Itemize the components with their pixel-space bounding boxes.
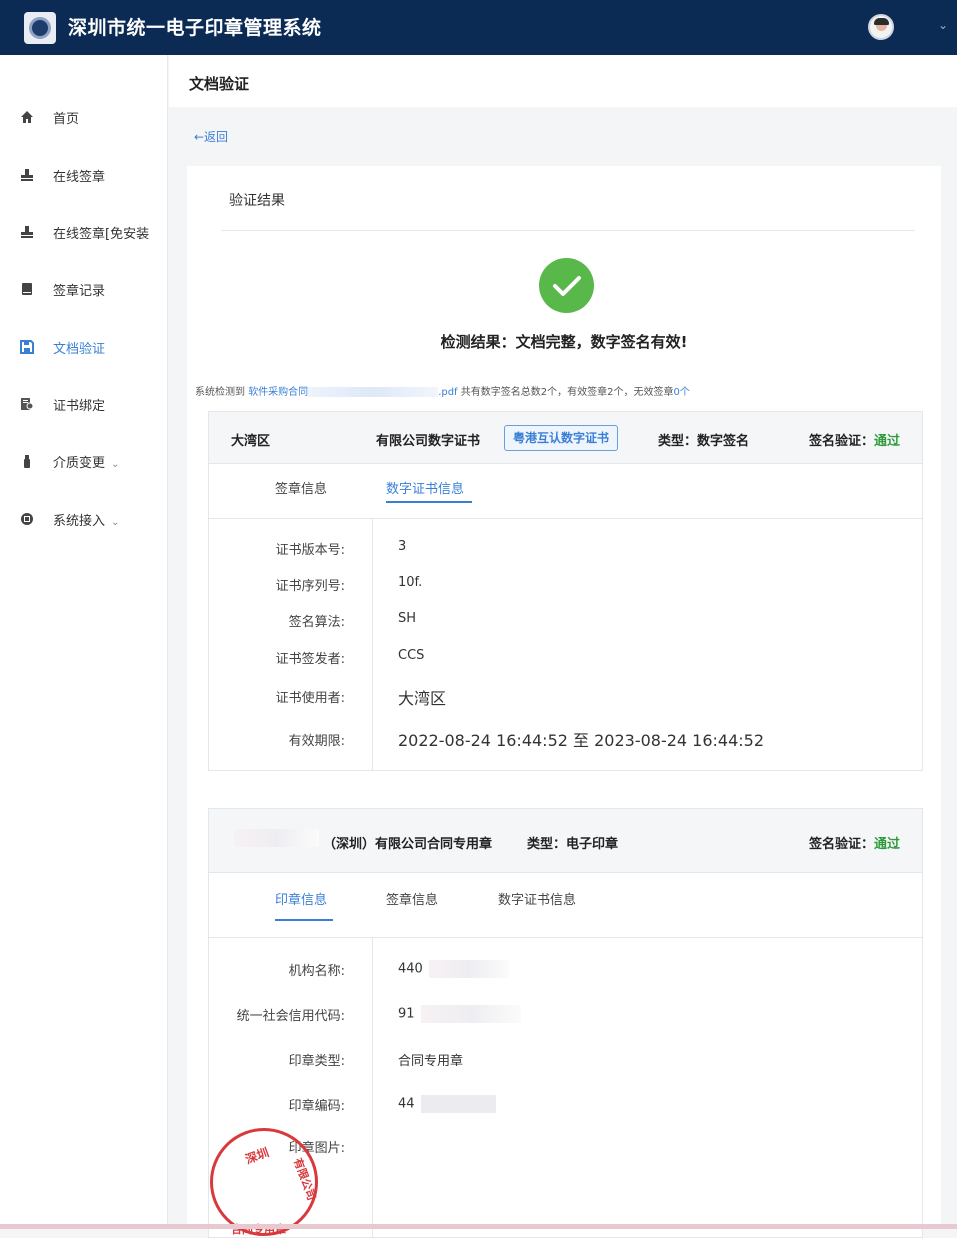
book-icon — [19, 281, 35, 297]
stamp-icon — [19, 224, 35, 240]
field-label: 机构名称: — [288, 964, 345, 979]
sidebar-item-label: 在线签章 — [53, 169, 106, 185]
app-title: 深圳市统一电子印章管理系统 — [68, 17, 322, 39]
sidebar-item-label: 介质变更 ⌄ — [53, 455, 120, 471]
file-link[interactable]: 软件采购合同 .pdf — [248, 387, 458, 398]
certificate-icon — [19, 396, 35, 412]
field-value: 44 — [398, 1095, 496, 1113]
field-value: 91 — [398, 1005, 521, 1023]
app-logo — [24, 12, 56, 44]
field-label: 证书签发者: — [275, 652, 345, 667]
field-label: 签名算法: — [288, 615, 345, 630]
chevron-down-icon[interactable]: ⌄ — [938, 18, 948, 32]
sidebar-item-online-sign-noinstall[interactable]: 在线签章[免安装 — [0, 212, 168, 252]
tab-seal-info[interactable]: 印章信息 — [275, 889, 327, 908]
chevron-down-icon: ⌄ — [111, 516, 120, 528]
field-label: 有效期限: — [288, 734, 345, 749]
sidebar-item-label: 证书绑定 — [53, 398, 106, 414]
signature-tabs: 签章信息 数字证书信息 — [209, 464, 922, 519]
bottom-strip — [0, 1224, 957, 1229]
page-title: 文档验证 — [189, 75, 250, 93]
sidebar-item-label: 签章记录 — [53, 283, 106, 299]
field-value: 合同专用章 — [398, 1054, 464, 1069]
tab-cert-info[interactable]: 数字证书信息 — [498, 889, 576, 908]
signature-header: （深圳）有限公司合同专用章 类型：电子印章 签名验证：通过 — [209, 809, 922, 873]
back-link[interactable]: ←返回 — [194, 128, 228, 145]
field-value: 3 — [398, 539, 407, 554]
seal-text-top: 深圳 — [243, 1145, 271, 1167]
signature-verify-status: 签名验证：通过 — [809, 434, 901, 449]
user-avatar[interactable] — [868, 14, 894, 40]
active-tab-indicator — [275, 919, 333, 921]
api-icon — [19, 511, 35, 527]
sidebar-item-home[interactable]: 首页 — [0, 97, 168, 137]
sidebar-item-label: 系统接入 ⌄ — [53, 513, 120, 529]
sidebar-item-cert-binding[interactable]: 证书绑定 — [0, 384, 168, 424]
sidebar-item-system-access[interactable]: 系统接入 ⌄ — [0, 499, 168, 539]
field-value: CCS — [398, 648, 425, 663]
seal-tabs: 印章信息 签章信息 数字证书信息 — [209, 873, 922, 938]
mutual-recognition-badge: 粤港互认数字证书 — [504, 425, 619, 451]
signature-org-suffix: 有限公司数字证书 — [376, 434, 481, 449]
stamp-icon — [19, 167, 35, 183]
save-icon — [19, 339, 35, 355]
field-label: 证书版本号: — [275, 543, 345, 558]
signature-type: 类型：电子印章 — [527, 837, 619, 852]
field-label: 统一社会信用代码: — [236, 1009, 345, 1024]
sidebar-item-online-sign[interactable]: 在线签章 — [0, 155, 168, 195]
divider — [221, 230, 915, 231]
home-icon — [19, 109, 35, 125]
field-value: 10f. — [398, 575, 423, 590]
verification-card: 验证结果 检测结果：文档完整，数字签名有效! 系统检测到 软件采购合同 .pdf … — [187, 166, 941, 1238]
field-label: 印章编码: — [288, 1099, 345, 1114]
active-tab-indicator — [386, 501, 472, 503]
signature-panel-digital: 大湾区 有限公司数字证书 粤港互认数字证书 类型：数字签名 签名验证：通过 签章… — [208, 411, 923, 771]
field-value: 2022-08-24 16:44:52 至 2023-08-24 16:44:5… — [398, 731, 765, 750]
section-title: 验证结果 — [229, 193, 285, 209]
result-headline: 检测结果：文档完整，数字签名有效! — [440, 333, 688, 351]
field-value: 440 — [398, 960, 509, 978]
cert-fields: 证书版本号: 3 证书序列号: 10f. 签名算法: SH 证书签发者: CCS… — [209, 519, 922, 771]
field-value: SH — [398, 611, 417, 626]
field-label: 证书序列号: — [275, 579, 345, 594]
sidebar-item-label: 首页 — [53, 111, 80, 127]
seal-org-name: （深圳）有限公司合同专用章 — [323, 837, 493, 852]
tab-sign-info[interactable]: 签章信息 — [386, 889, 438, 908]
sidebar-item-label: 在线签章[免安装 — [53, 226, 150, 242]
signature-verify-status: 签名验证：通过 — [809, 837, 901, 852]
sidebar-item-sign-records[interactable]: 签章记录 — [0, 269, 168, 309]
tab-sign-info[interactable]: 签章信息 — [275, 478, 327, 497]
invalid-count: 0个 — [673, 387, 690, 398]
usb-key-icon — [19, 453, 35, 469]
chevron-down-icon: ⌄ — [111, 458, 120, 470]
success-check-icon — [539, 258, 594, 313]
top-bar: 深圳市统一电子印章管理系统 ⌄ — [0, 0, 957, 55]
sidebar: 首页 在线签章 在线签章[免安装 签章记录 文档验证 证书绑定 介质变更 ⌄ 系… — [0, 55, 168, 1229]
field-label: 证书使用者: — [275, 691, 345, 706]
tab-cert-info[interactable]: 数字证书信息 — [386, 478, 464, 497]
signature-org-prefix: 大湾区 — [231, 434, 271, 449]
seal-image: 深圳 有限公司 合同专用章 — [210, 1128, 318, 1236]
signature-type: 类型：数字签名 — [658, 434, 750, 449]
sidebar-item-label: 文档验证 — [53, 341, 106, 357]
page-header: 文档验证 — [169, 55, 957, 107]
result-summary: 系统检测到 软件采购合同 .pdf 共有数字签名总数2个，有效签章2个，无效签章0… — [195, 387, 690, 398]
field-label: 印章类型: — [288, 1054, 345, 1069]
sidebar-item-doc-verify[interactable]: 文档验证 — [0, 327, 168, 367]
field-value: 大湾区 — [398, 689, 447, 708]
signature-header: 大湾区 有限公司数字证书 粤港互认数字证书 类型：数字签名 签名验证：通过 — [209, 412, 922, 464]
sidebar-item-media-change[interactable]: 介质变更 ⌄ — [0, 441, 168, 481]
